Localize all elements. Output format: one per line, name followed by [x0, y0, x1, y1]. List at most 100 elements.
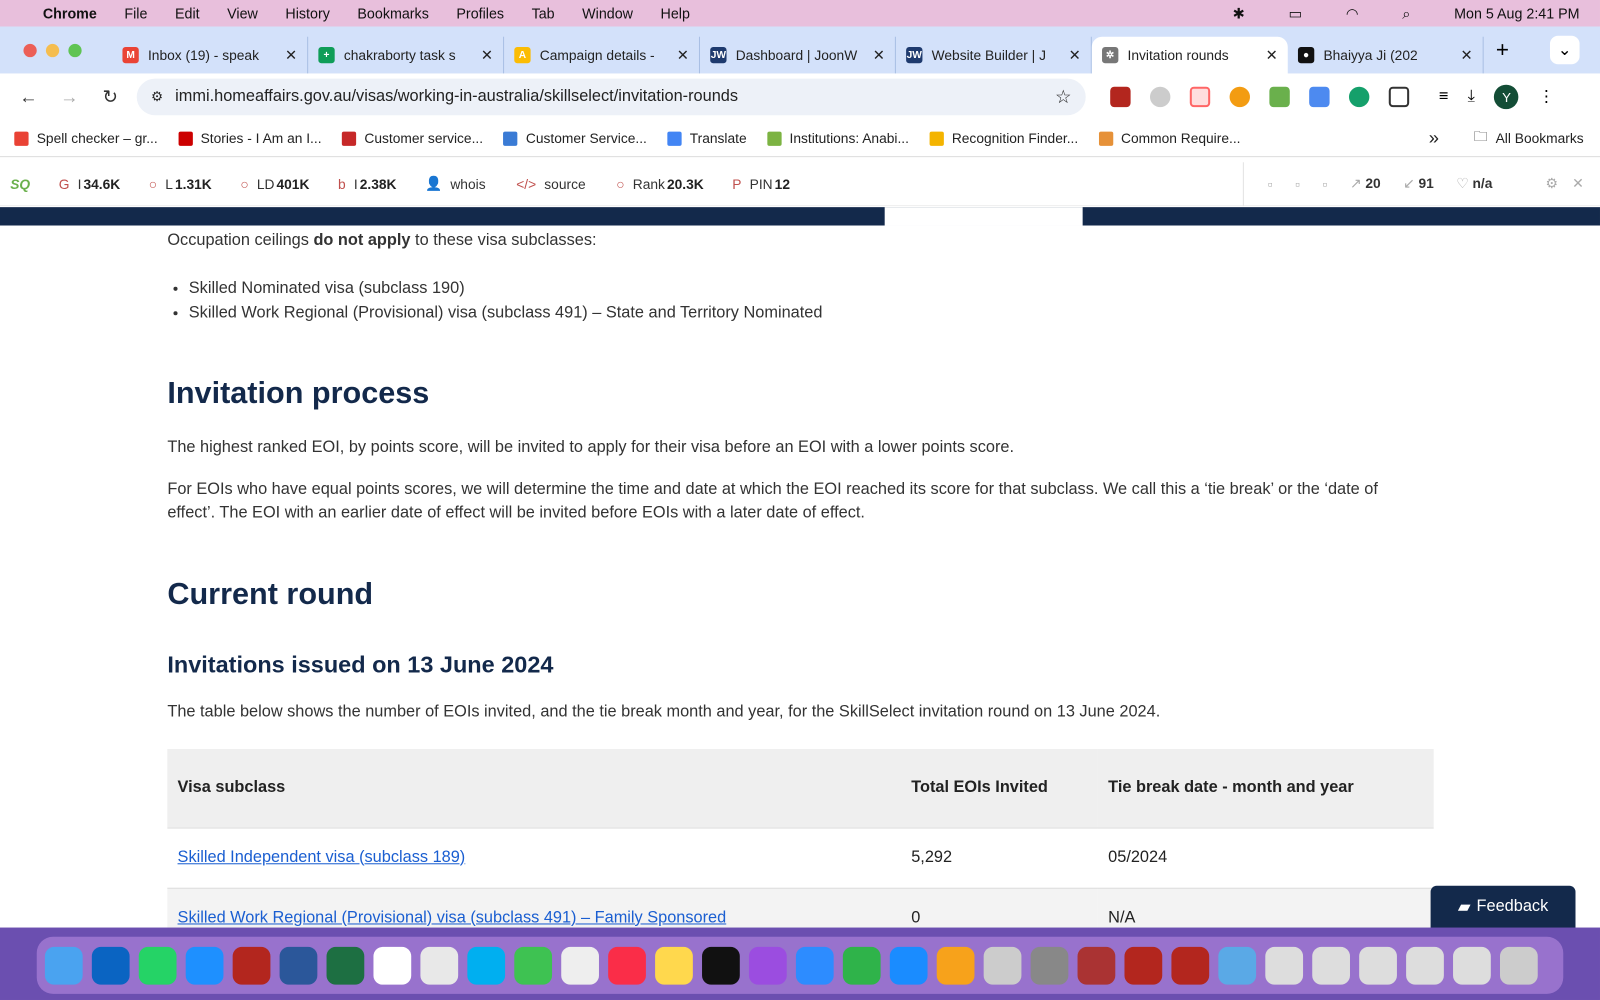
seo-right-metric[interactable]: ↙ 91 — [1403, 176, 1434, 192]
notes-dock-icon[interactable] — [655, 946, 693, 985]
chrome-dock-icon[interactable] — [420, 946, 459, 985]
seo-metric[interactable]: P PIN 12 — [732, 176, 790, 192]
k-extension-icon[interactable] — [1149, 86, 1171, 108]
menu-profiles[interactable]: Profiles — [456, 5, 504, 21]
excel-dock-icon[interactable] — [326, 946, 365, 985]
reading-list-icon[interactable]: ≡ — [1439, 88, 1449, 106]
clock[interactable]: Mon 5 Aug 2:41 PM — [1454, 5, 1579, 21]
tab-6[interactable]: ● Bhaiyya Ji (202 ✕ — [1288, 36, 1484, 74]
tab-4[interactable]: JW Website Builder | J ✕ — [896, 36, 1092, 74]
thumb-1-dock-icon[interactable] — [1265, 946, 1304, 985]
wifi-icon[interactable]: ◠ — [1346, 5, 1358, 22]
menu-history[interactable]: History — [285, 5, 329, 21]
new-tab-button[interactable]: + — [1496, 37, 1509, 64]
app-store-dock-icon[interactable] — [889, 946, 928, 985]
acrobat-3-dock-icon[interactable] — [1171, 946, 1210, 985]
system-settings-dock-icon[interactable] — [1030, 946, 1069, 985]
tv-dock-icon[interactable] — [702, 946, 740, 985]
minimize-window-button[interactable] — [45, 43, 60, 57]
close-window-button[interactable] — [23, 43, 37, 57]
trash-dock-icon[interactable] — [1499, 946, 1538, 985]
downloads-dock-icon[interactable] — [1218, 946, 1257, 985]
bookmark-item[interactable]: Customer Service... — [503, 131, 647, 146]
safari-dock-icon[interactable] — [185, 946, 224, 985]
thumb-4-dock-icon[interactable] — [1406, 946, 1444, 985]
finder-dock-icon[interactable] — [44, 946, 83, 985]
seoquake-logo-icon[interactable]: SQ — [10, 176, 30, 191]
acrobat-extension-icon[interactable] — [1110, 86, 1131, 108]
all-bookmarks-button[interactable]: 🗀 All Bookmarks — [1474, 127, 1584, 150]
facetime-dock-icon[interactable] — [514, 946, 553, 985]
thumb-3-dock-icon[interactable] — [1359, 946, 1397, 985]
thumb-2-dock-icon[interactable] — [1312, 946, 1350, 985]
textedit-dock-icon[interactable] — [561, 946, 599, 985]
display-icon[interactable]: ▫ — [1295, 176, 1300, 191]
profile-avatar[interactable]: Y — [1494, 84, 1519, 110]
seo-right-metric[interactable]: ↗ 20 — [1350, 176, 1381, 192]
preview-dock-icon[interactable] — [983, 946, 1022, 985]
acrobat-dock-icon[interactable] — [232, 946, 271, 985]
bookmark-item[interactable]: Spell checker – gr... — [14, 131, 158, 146]
reload-button[interactable]: ↻ — [98, 86, 122, 107]
info-icon[interactable]: ▫ — [1268, 176, 1273, 191]
seoquake-extension-icon[interactable] — [1269, 86, 1290, 108]
close-tab-icon[interactable]: ✕ — [1460, 46, 1472, 63]
seo-right-metric[interactable]: ♡ n/a — [1456, 176, 1492, 192]
close-tab-icon[interactable]: ✕ — [481, 46, 493, 63]
close-seobar-icon[interactable]: ✕ — [1572, 176, 1584, 192]
dictionary-dock-icon[interactable] — [1077, 946, 1116, 985]
bookmarks-overflow-button[interactable]: » — [1429, 128, 1439, 149]
maximize-window-button[interactable] — [68, 43, 82, 57]
close-tab-icon[interactable]: ✕ — [873, 46, 885, 63]
site-info-icon[interactable]: ⚙ — [151, 89, 163, 105]
tab-5[interactable]: ✲ Invitation rounds ✕ — [1091, 36, 1288, 74]
close-tab-icon[interactable]: ✕ — [677, 46, 689, 63]
screenshot-extension-icon[interactable] — [1189, 86, 1211, 108]
seo-metric[interactable]: ○ LD 401K — [240, 176, 309, 192]
tab-1[interactable]: + chakraborty task s ✕ — [308, 36, 505, 74]
forward-button[interactable]: → — [57, 86, 81, 107]
download-icon[interactable]: ⤓ — [1468, 88, 1475, 106]
menu-bookmarks[interactable]: Bookmarks — [357, 5, 428, 21]
bookmark-item[interactable]: Institutions: Anabi... — [767, 131, 909, 146]
feedback-button[interactable]: ▰ Feedback — [1430, 885, 1576, 929]
url-text[interactable]: immi.homeaffairs.gov.au/visas/working-in… — [175, 88, 738, 106]
numbers-dock-icon[interactable] — [842, 946, 881, 985]
seo-metric[interactable]: ○ L 1.31K — [149, 176, 212, 192]
menu-edit[interactable]: Edit — [175, 5, 200, 21]
music-dock-icon[interactable] — [608, 946, 646, 985]
outlook-dock-icon[interactable] — [91, 946, 130, 985]
grammarly-extension-icon[interactable] — [1348, 86, 1370, 108]
bookmark-item[interactable]: Stories - I Am an I... — [178, 131, 322, 146]
page-icon[interactable]: ▫ — [1323, 176, 1328, 191]
bluetooth-icon[interactable]: ✱ — [1233, 5, 1245, 22]
bookmark-item[interactable]: Recognition Finder... — [929, 131, 1078, 146]
menu-view[interactable]: View — [227, 5, 258, 21]
reminders-dock-icon[interactable] — [373, 946, 412, 985]
extensions-puzzle-icon[interactable] — [1388, 86, 1410, 108]
phone-extension-icon[interactable] — [1309, 86, 1330, 108]
podcasts-dock-icon[interactable] — [748, 946, 787, 985]
bookmark-item[interactable]: Customer service... — [341, 131, 483, 146]
close-tab-icon[interactable]: ✕ — [1266, 46, 1278, 63]
menu-help[interactable]: Help — [661, 5, 690, 21]
whatsapp-dock-icon[interactable] — [138, 946, 177, 985]
menu-tab[interactable]: Tab — [532, 5, 555, 21]
battery-icon[interactable]: ▭ — [1288, 5, 1302, 22]
pages-dock-icon[interactable] — [936, 946, 975, 985]
visa-link[interactable]: Skilled Work Regional (Provisional) visa… — [178, 909, 727, 926]
zoom-dock-icon[interactable] — [795, 946, 834, 985]
more-menu-icon[interactable]: ⋮ — [1538, 87, 1554, 107]
thumb-5-dock-icon[interactable] — [1453, 946, 1491, 985]
bookmark-item[interactable]: Common Require... — [1098, 131, 1240, 146]
settings-gear-icon[interactable]: ⚙ — [1545, 176, 1557, 192]
skype-dock-icon[interactable] — [467, 946, 506, 985]
word-dock-icon[interactable] — [279, 946, 318, 985]
tab-search-button[interactable]: ⌄ — [1549, 35, 1580, 65]
tab-3[interactable]: JW Dashboard | JoonW ✕ — [700, 36, 896, 74]
seo-metric[interactable]: b I 2.38K — [338, 176, 396, 192]
bookmark-item[interactable]: Translate — [667, 131, 747, 146]
address-bar[interactable]: ⚙ immi.homeaffairs.gov.au/visas/working-… — [136, 78, 1086, 116]
menu-file[interactable]: File — [124, 5, 147, 21]
seo-metric[interactable]: G I 34.6K — [59, 176, 121, 192]
